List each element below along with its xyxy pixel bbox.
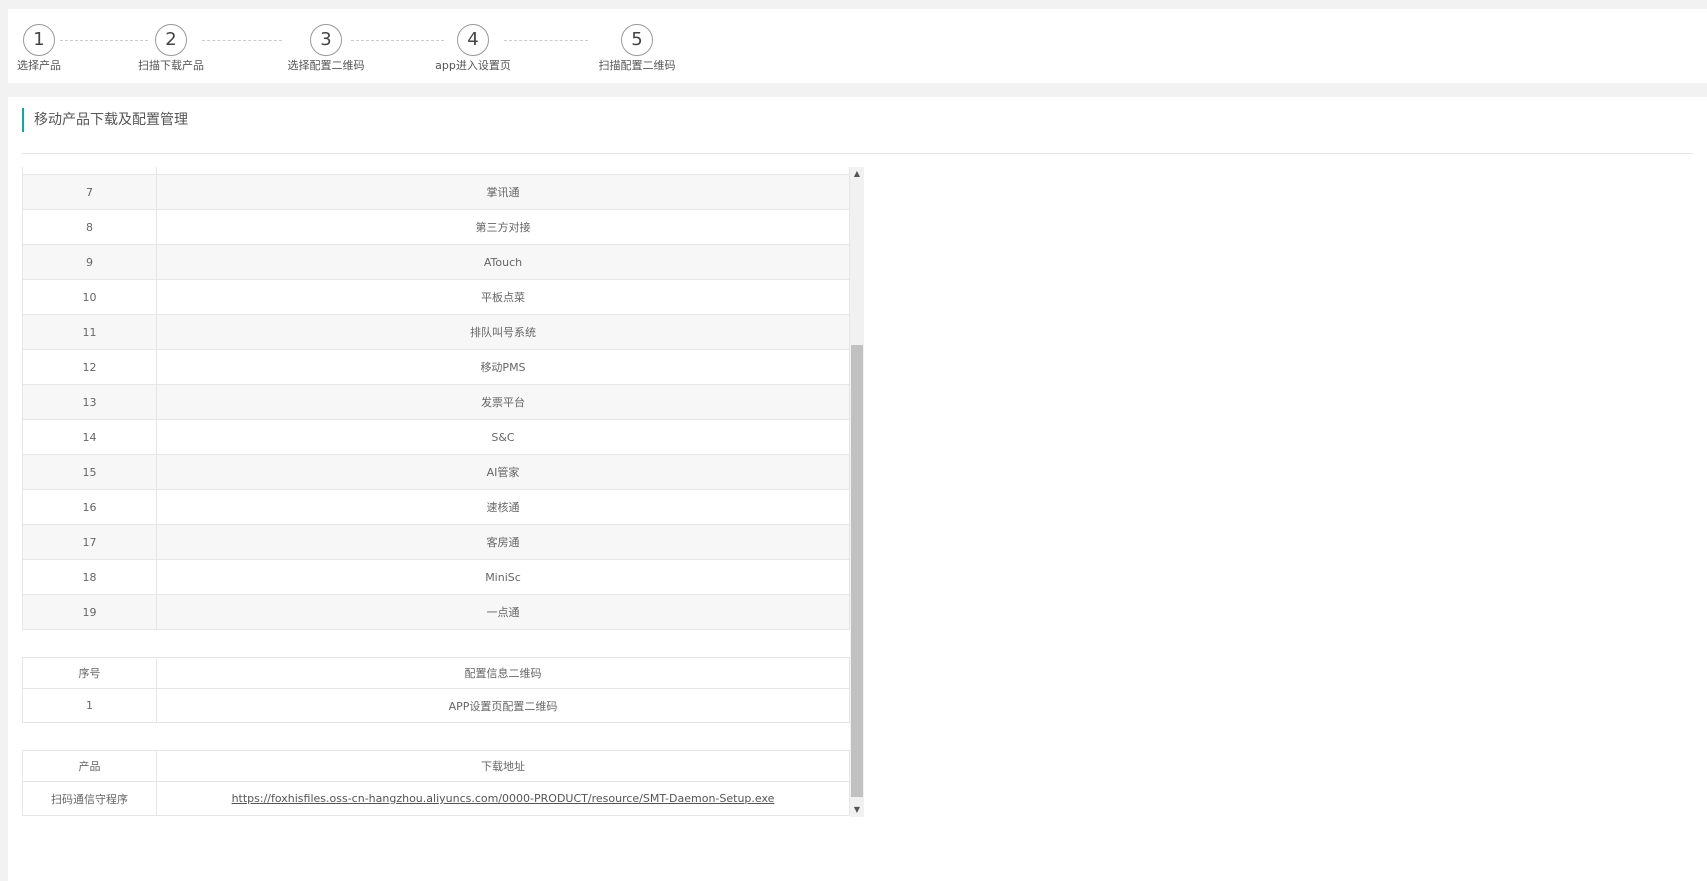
table-row[interactable]: 10 平板点菜	[22, 279, 850, 315]
table-row[interactable]: 8 第三方对接	[22, 209, 850, 245]
product-name: ATouch	[156, 244, 850, 280]
table-row[interactable]: 7 掌讯通	[22, 174, 850, 210]
step-3: 3 选择配置二维码	[281, 24, 371, 73]
row-number: 19	[22, 594, 157, 630]
scrollbar-thumb[interactable]	[851, 345, 863, 797]
step-number: 3	[310, 24, 342, 56]
table-row[interactable]: 14 S&C	[22, 419, 850, 455]
step-number: 1	[23, 24, 55, 56]
table-row[interactable]: 1 APP设置页配置二维码	[22, 688, 850, 723]
table-row[interactable]: 13 发票平台	[22, 384, 850, 420]
table-row[interactable]: 16 速核通	[22, 489, 850, 525]
row-number: 7	[22, 174, 157, 210]
row-number: 8	[22, 209, 157, 245]
table-row[interactable]: 18 MiniSc	[22, 559, 850, 595]
table-row[interactable]: 11 排队叫号系统	[22, 314, 850, 350]
step-number: 5	[621, 24, 653, 56]
table-row[interactable]: 19 一点通	[22, 594, 850, 630]
download-link[interactable]: https://foxhisfiles.oss-cn-hangzhou.aliy…	[232, 792, 775, 805]
row-number: 10	[22, 279, 157, 315]
product-name: 扫码通信守程序	[22, 781, 157, 816]
product-name: 发票平台	[156, 384, 850, 420]
step-label: 扫描配置二维码	[598, 59, 676, 72]
vertical-scrollbar[interactable]: ▲ ▼	[850, 167, 864, 817]
row-number: 11	[22, 314, 157, 350]
table-row[interactable]: 9 ATouch	[22, 244, 850, 280]
product-name: 排队叫号系统	[156, 314, 850, 350]
step-label: 选择产品	[17, 59, 61, 72]
product-name: MiniSc	[156, 559, 850, 595]
triangle-down-icon[interactable]: ▼	[850, 803, 864, 817]
step-label: 选择配置二维码	[287, 59, 365, 72]
row-number: 12	[22, 349, 157, 385]
panel-title: 移动产品下载及配置管理	[22, 108, 188, 132]
scroll-container[interactable]: 7 掌讯通 8 第三方对接 9 ATouch 10 平板点菜 11 排队叫号系统 12 移动…	[22, 167, 864, 817]
table-header-row: 序号 配置信息二维码	[22, 657, 850, 689]
table-header-row: 产品 下载地址	[22, 750, 850, 782]
column-header-number: 序号	[22, 657, 157, 689]
step-number: 2	[155, 24, 187, 56]
step-progress-bar: 1 选择产品 2 扫描下载产品 3 选择配置二维码 4 app进入设置页 5 扫…	[8, 9, 1707, 83]
product-name: 平板点菜	[156, 279, 850, 315]
row-number: 16	[22, 489, 157, 525]
row-number: 1	[22, 688, 157, 723]
row-number: 9	[22, 244, 157, 280]
product-table: 7 掌讯通 8 第三方对接 9 ATouch 10 平板点菜 11 排队叫号系统 12 移动…	[22, 167, 850, 630]
row-number: 15	[22, 454, 157, 490]
row-number: 17	[22, 524, 157, 560]
table-row[interactable]: 17 客房通	[22, 524, 850, 560]
scroll-content: 7 掌讯通 8 第三方对接 9 ATouch 10 平板点菜 11 排队叫号系统 12 移动…	[22, 167, 850, 816]
product-name: 一点通	[156, 594, 850, 630]
step-label: app进入设置页	[435, 59, 511, 72]
config-qr-name: APP设置页配置二维码	[156, 688, 850, 723]
product-name: AI管家	[156, 454, 850, 490]
product-name: 掌讯通	[156, 174, 850, 210]
main-panel: 移动产品下载及配置管理 7 掌讯通 8 第三方对接 9 ATouch 10 平板点菜 1…	[8, 97, 1707, 881]
table-row[interactable]	[22, 167, 850, 175]
column-header-download-url: 下载地址	[156, 750, 850, 782]
product-name: 速核通	[156, 489, 850, 525]
step-label: 扫描下载产品	[138, 59, 204, 72]
step-4: 4 app进入设置页	[428, 24, 518, 73]
row-number: 14	[22, 419, 157, 455]
product-name: S&C	[156, 419, 850, 455]
table-row: 扫码通信守程序 https://foxhisfiles.oss-cn-hangz…	[22, 781, 850, 816]
step-1: 1 选择产品	[0, 24, 84, 73]
product-name: 移动PMS	[156, 349, 850, 385]
row-number: 13	[22, 384, 157, 420]
step-5: 5 扫描配置二维码	[592, 24, 682, 73]
step-2: 2 扫描下载产品	[126, 24, 216, 73]
triangle-up-icon[interactable]: ▲	[850, 167, 864, 181]
table-row[interactable]: 15 AI管家	[22, 454, 850, 490]
row-number: 18	[22, 559, 157, 595]
column-header-config-qr: 配置信息二维码	[156, 657, 850, 689]
product-name: 第三方对接	[156, 209, 850, 245]
divider	[22, 153, 1693, 154]
config-qr-table: 序号 配置信息二维码 1 APP设置页配置二维码	[22, 657, 850, 723]
download-table: 产品 下载地址 扫码通信守程序 https://foxhisfiles.oss-…	[22, 750, 850, 816]
step-number: 4	[457, 24, 489, 56]
column-header-product: 产品	[22, 750, 157, 782]
product-name: 客房通	[156, 524, 850, 560]
table-row[interactable]: 12 移动PMS	[22, 349, 850, 385]
